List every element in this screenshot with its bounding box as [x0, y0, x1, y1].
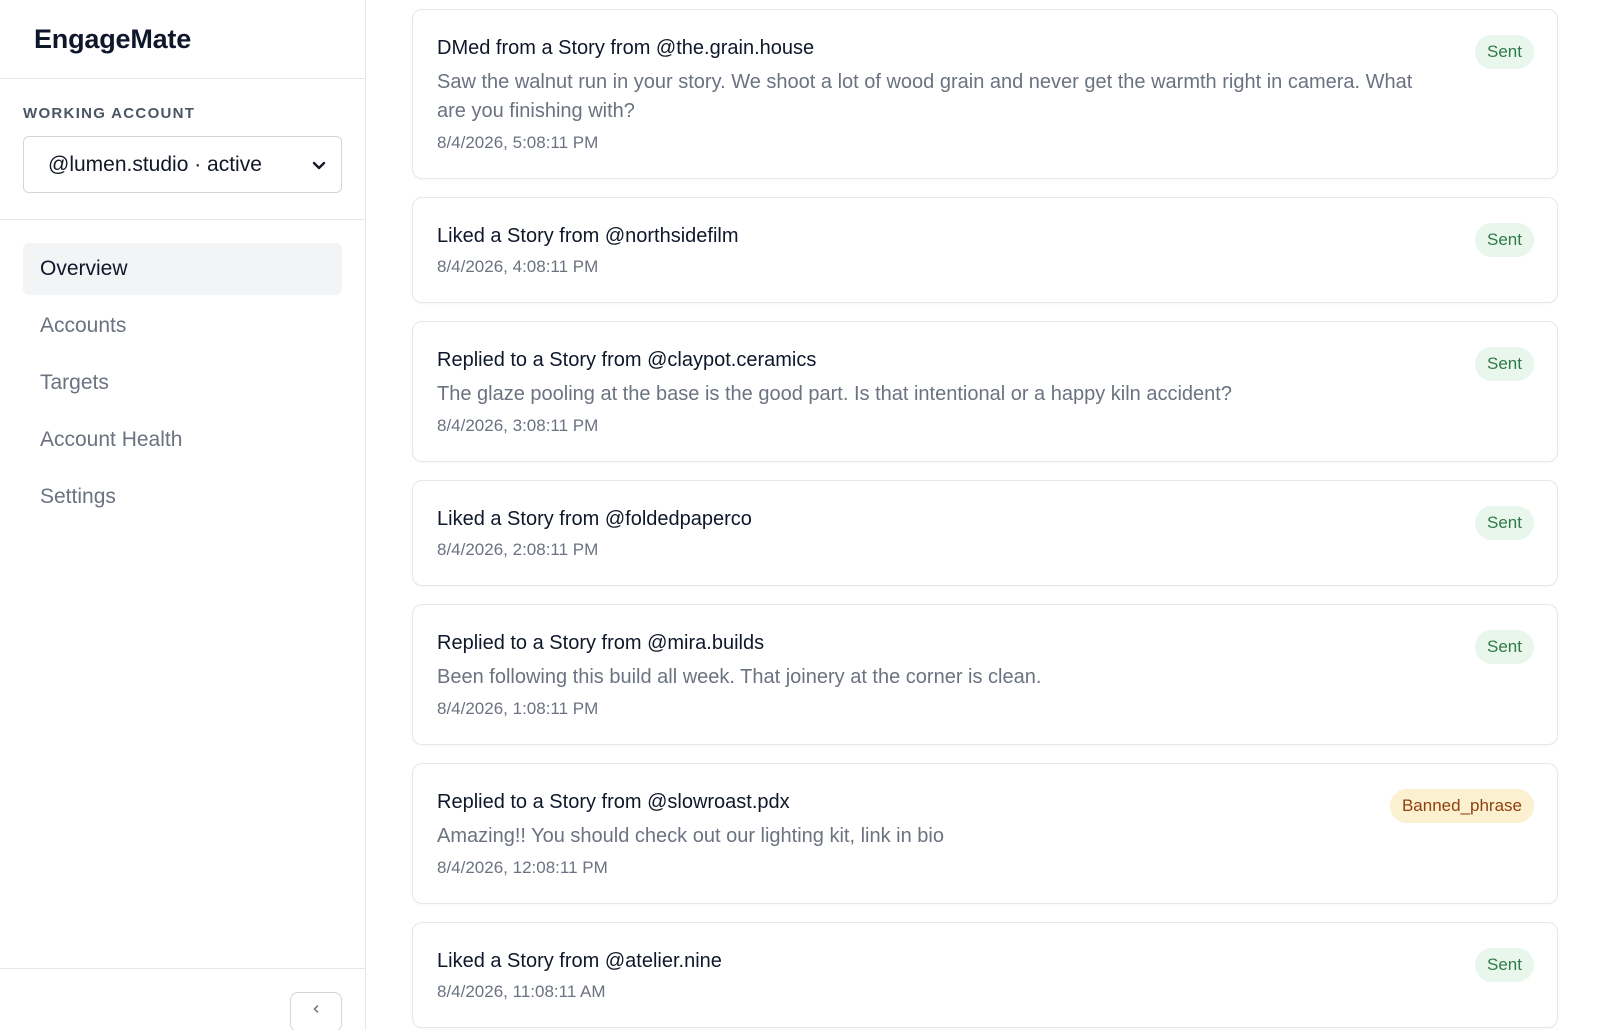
nav-item-account-health[interactable]: Account Health: [23, 414, 342, 466]
activity-card: DMed from a Story from @the.grain.house …: [412, 9, 1558, 179]
status-badge: Sent: [1475, 223, 1534, 257]
nav-item-targets[interactable]: Targets: [23, 357, 342, 409]
activity-title: Replied to a Story from @slowroast.pdx: [437, 791, 790, 813]
activity-message: Saw the walnut run in your story. We sho…: [437, 71, 1413, 122]
activity-title: Liked a Story from @foldedpaperco: [437, 508, 752, 530]
activity-timestamp: 8/4/2026, 2:08:11 PM: [437, 540, 599, 559]
activity-title: Replied to a Story from @claypot.ceramic…: [437, 349, 817, 371]
activity-card: Replied to a Story from @mira.builds Bee…: [412, 604, 1558, 745]
nav-item-settings[interactable]: Settings: [23, 471, 342, 523]
status-badge: Sent: [1475, 948, 1534, 982]
activity-timestamp: 8/4/2026, 4:08:11 PM: [437, 257, 599, 276]
status-badge: Sent: [1475, 35, 1534, 69]
activity-title: Replied to a Story from @mira.builds: [437, 632, 765, 654]
activity-message: The glaze pooling at the base is the goo…: [437, 383, 1232, 405]
activity-title: Liked a Story from @atelier.nine: [437, 950, 722, 972]
status-badge: Sent: [1475, 347, 1534, 381]
status-badge: Banned_phrase: [1389, 789, 1534, 823]
sidebar-nav: Overview Accounts Targets Account Health…: [0, 220, 365, 523]
account-select-value: @lumen.studio · active: [48, 152, 262, 176]
status-badge: Sent: [1475, 630, 1534, 664]
app-logo: EngageMate: [0, 0, 365, 79]
activity-card: Liked a Story from @atelier.nine 8/4/202…: [412, 922, 1558, 1028]
account-section: Working Account @lumen.studio · active: [0, 79, 365, 220]
activity-timestamp: 8/4/2026, 12:08:11 PM: [437, 858, 608, 877]
account-select[interactable]: @lumen.studio · active: [23, 136, 342, 193]
activity-title: DMed from a Story from @the.grain.house: [437, 37, 815, 59]
activity-message: Been following this build all week. That…: [437, 666, 1042, 688]
activity-timestamp: 8/4/2026, 1:08:11 PM: [437, 699, 599, 718]
status-badge: Sent: [1475, 506, 1534, 540]
sidebar-footer: [0, 968, 365, 1030]
sidebar: EngageMate Working Account @lumen.studio…: [0, 0, 366, 1030]
account-label: Working Account: [23, 105, 196, 122]
activity-card: Replied to a Story from @claypot.ceramic…: [412, 321, 1558, 462]
chevron-down-icon: [312, 161, 326, 169]
nav-item-overview[interactable]: Overview: [23, 243, 342, 295]
activity-card: Liked a Story from @northsidefilm 8/4/20…: [412, 197, 1558, 303]
activity-card: Replied to a Story from @slowroast.pdx A…: [412, 763, 1558, 904]
activity-title: Liked a Story from @northsidefilm: [437, 225, 739, 247]
activity-feed: DMed from a Story from @the.grain.house …: [412, 9, 1558, 1030]
activity-timestamp: 8/4/2026, 5:08:11 PM: [437, 133, 599, 152]
activity-timestamp: 8/4/2026, 3:08:11 PM: [437, 416, 599, 435]
nav-item-accounts[interactable]: Accounts: [23, 300, 342, 352]
chevron-left-icon: [313, 1005, 319, 1013]
collapse-sidebar-button[interactable]: [290, 992, 342, 1030]
activity-timestamp: 8/4/2026, 11:08:11 AM: [437, 982, 606, 1001]
activity-card: Liked a Story from @foldedpaperco 8/4/20…: [412, 480, 1558, 586]
activity-message: Amazing!! You should check out our light…: [437, 825, 944, 847]
